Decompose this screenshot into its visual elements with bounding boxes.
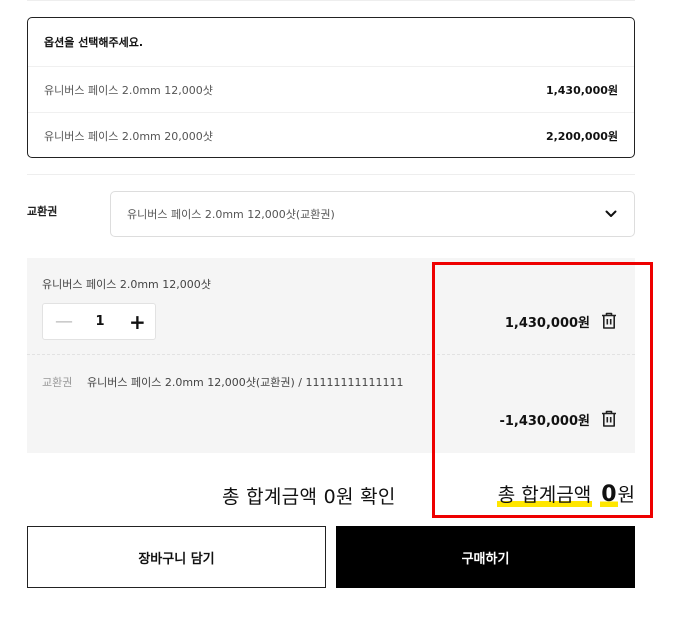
option-dropdown-list: 옵션을 선택해주세요. 유니버스 페이스 2.0mm 12,000샷 1,430…: [27, 17, 635, 158]
selected-item-name: 유니버스 페이스 2.0mm 12,000샷(교환권) / 1111111111…: [87, 376, 404, 389]
option-item-name: 유니버스 페이스 2.0mm 20,000샷: [44, 129, 213, 143]
selected-item-name: 유니버스 페이스 2.0mm 12,000샷: [42, 278, 211, 291]
exchange-select-value: 유니버스 페이스 2.0mm 12,000샷(교환권): [127, 208, 335, 221]
decrease-quantity-button[interactable]: —: [55, 312, 73, 331]
exchange-label: 교환권: [27, 205, 58, 218]
section-divider: [27, 174, 635, 175]
exchange-select[interactable]: 유니버스 페이스 2.0mm 12,000샷(교환권): [110, 191, 635, 237]
annotation-highlight-box: [432, 262, 653, 518]
option-list-header-label: 옵션을 선택해주세요.: [44, 36, 144, 49]
option-item[interactable]: 유니버스 페이스 2.0mm 12,000샷 1,430,000원: [28, 66, 634, 112]
option-item-price: 2,200,000원: [545, 129, 618, 143]
chevron-down-icon: [604, 207, 618, 221]
increase-quantity-button[interactable]: +: [129, 312, 146, 332]
exchange-tag: 교환권: [42, 376, 73, 389]
option-list-header: 옵션을 선택해주세요.: [28, 18, 634, 66]
add-to-cart-button[interactable]: 장바구니 담기: [27, 526, 326, 588]
buy-button[interactable]: 구매하기: [336, 526, 635, 588]
top-divider: [27, 0, 635, 1]
total-confirm-caption: 총 합계금액 0원 확인: [222, 486, 396, 508]
option-item-price: 1,430,000원: [545, 83, 618, 97]
quantity-stepper: — 1 +: [42, 303, 156, 340]
option-item[interactable]: 유니버스 페이스 2.0mm 20,000샷 2,200,000원: [28, 112, 634, 157]
quantity-value[interactable]: 1: [95, 314, 104, 329]
option-item-name: 유니버스 페이스 2.0mm 12,000샷: [44, 83, 213, 97]
